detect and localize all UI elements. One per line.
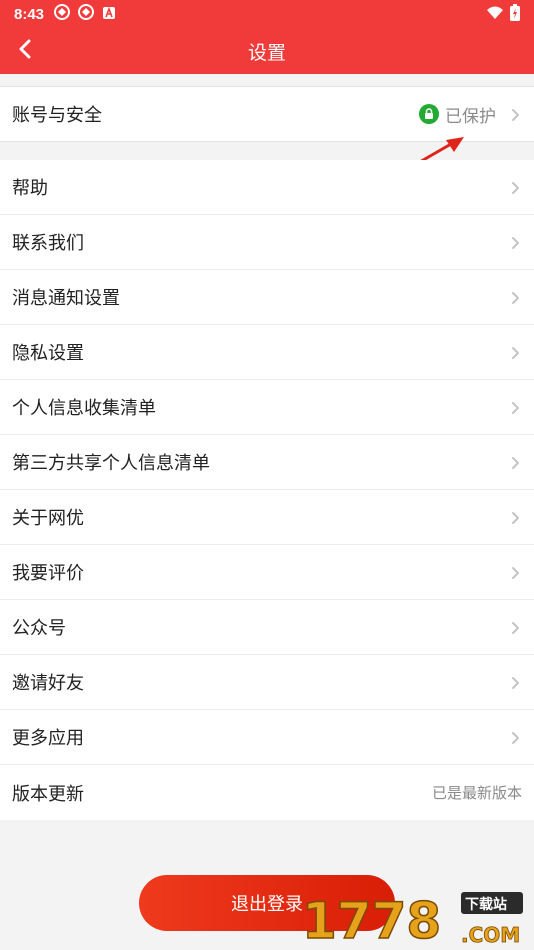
app-notification-icon — [54, 4, 71, 24]
menu-item-more-apps[interactable]: 更多应用 — [0, 710, 534, 765]
menu-item-official-account[interactable]: 公众号 — [0, 600, 534, 655]
chevron-right-icon — [508, 400, 522, 414]
app-notification-icon — [78, 4, 95, 24]
menu-item-label: 隐私设置 — [12, 343, 84, 364]
menu-item-label: 个人信息收集清单 — [12, 398, 156, 419]
notification-icons — [54, 4, 116, 24]
menu-item-notification-settings[interactable]: 消息通知设置 — [0, 270, 534, 325]
status-time: 8:43 — [14, 5, 45, 23]
account-status-text: 已保护 — [445, 106, 496, 127]
account-status: 已保护 — [419, 102, 522, 127]
account-security-label: 账号与安全 — [12, 105, 102, 126]
chevron-right-icon — [508, 107, 522, 121]
menu-item-label: 版本更新 — [12, 783, 84, 805]
chevron-right-icon — [508, 290, 522, 304]
chevron-right-icon — [508, 730, 522, 744]
chevron-right-icon — [508, 675, 522, 689]
system-icons — [486, 3, 520, 25]
chevron-right-icon — [508, 510, 522, 524]
menu-item-label: 联系我们 — [12, 233, 84, 254]
nav-bar: 设置 — [0, 28, 534, 74]
menu-item-about[interactable]: 关于网优 — [0, 490, 534, 545]
menu-item-label: 消息通知设置 — [12, 288, 120, 309]
account-security-row[interactable]: 账号与安全 已保护 — [0, 86, 534, 142]
menu-item-label: 更多应用 — [12, 728, 84, 749]
menu-item-label: 第三方共享个人信息清单 — [12, 453, 210, 474]
chevron-right-icon — [508, 235, 522, 249]
menu-item-invite-friends[interactable]: 邀请好友 — [0, 655, 534, 710]
chevron-left-icon — [17, 39, 33, 63]
version-status: 已是最新版本 — [431, 784, 522, 802]
menu-item-label: 公众号 — [12, 618, 66, 639]
page-title: 设置 — [247, 41, 286, 64]
menu-item-label: 帮助 — [12, 178, 48, 199]
back-button[interactable] — [10, 36, 40, 66]
menu-item-contact-us[interactable]: 联系我们 — [0, 215, 534, 270]
watermark-badge: 下载站 — [465, 896, 507, 913]
watermark-domain: .COM — [461, 923, 520, 947]
chevron-right-icon — [508, 180, 522, 194]
menu-item-personal-info-list[interactable]: 个人信息收集清单 — [0, 380, 534, 435]
menu-item-help[interactable]: 帮助 — [0, 160, 534, 215]
chevron-right-icon — [508, 620, 522, 634]
menu-item-label: 邀请好友 — [12, 673, 84, 694]
logout-button[interactable]: 退出登录 — [139, 875, 395, 931]
settings-menu-list: 帮助 联系我们 消息通知设置 隐私设置 个人信息收集清单 第三方共享个人信息清单… — [0, 160, 534, 820]
menu-item-version-update[interactable]: 版本更新 已是最新版本 — [0, 765, 534, 820]
chevron-right-icon — [508, 565, 522, 579]
a-badge-icon — [102, 5, 116, 24]
menu-item-rate-app[interactable]: 我要评价 — [0, 545, 534, 600]
lock-icon — [419, 104, 439, 124]
battery-charging-icon — [510, 3, 520, 25]
wifi-icon — [486, 5, 504, 24]
status-bar: 8:43 — [0, 0, 534, 28]
menu-item-label: 关于网优 — [12, 508, 84, 529]
chevron-right-icon — [508, 345, 522, 359]
menu-item-privacy-settings[interactable]: 隐私设置 — [0, 325, 534, 380]
menu-item-third-party-sharing-list[interactable]: 第三方共享个人信息清单 — [0, 435, 534, 490]
menu-item-label: 我要评价 — [12, 563, 84, 584]
chevron-right-icon — [508, 455, 522, 469]
